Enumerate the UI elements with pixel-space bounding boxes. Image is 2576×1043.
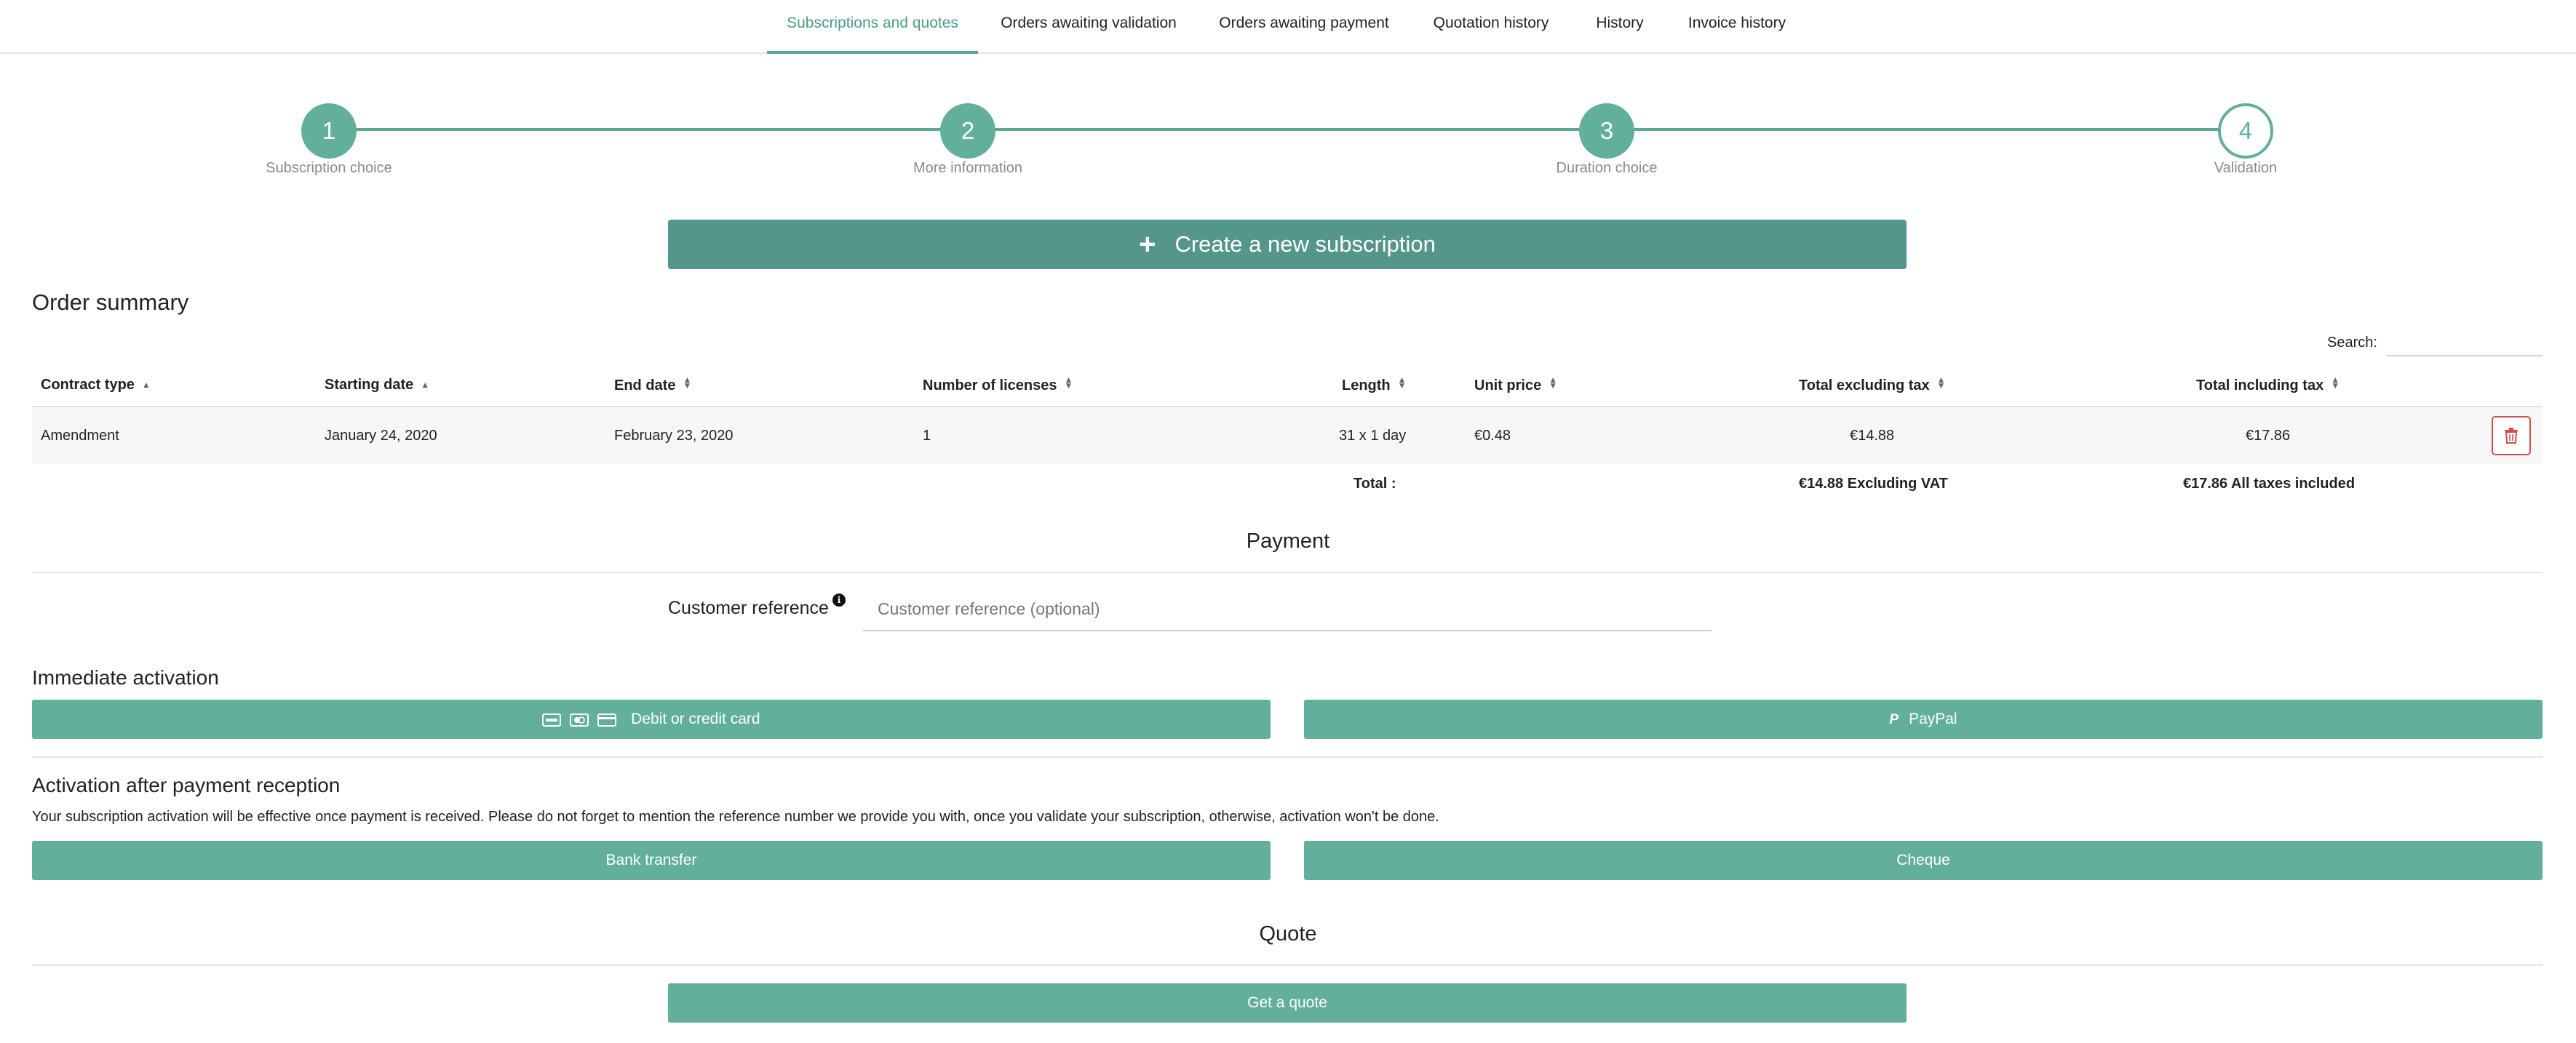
cell-number-of-licenses: 1 [923,428,931,444]
stepper-line [329,128,2246,131]
activation-divider [32,756,2543,758]
card-mastercard-icon [570,713,589,727]
delete-row-button[interactable] [2492,416,2531,455]
trash-icon [2505,428,2518,444]
search-label: Search: [2327,335,2377,351]
total-label: Total : [1353,476,1396,492]
card-icons [542,700,621,739]
sort-both-icon: ▲ ▼ [683,375,692,391]
step-3-label: Duration choice [1556,160,1658,176]
column-header-total-including-tax[interactable]: Total including tax ▲ ▼ [2196,375,2340,394]
step-4-circle: 4 [2218,103,2273,159]
create-subscription-button[interactable]: + Create a new subscription [668,220,1907,269]
order-summary-title: Order summary [32,289,189,315]
column-header-total-excluding-tax[interactable]: Total excluding tax ▲ ▼ [1799,375,1946,394]
total-including-taxes: €17.86 All taxes included [2183,476,2356,492]
column-header-length[interactable]: Length ▲ ▼ [1342,375,1407,394]
card-visa-icon [542,713,562,727]
quote-divider [32,964,2543,966]
top-tabs: Subscriptions and quotes Orders awaiting… [0,0,2576,54]
column-header-number-of-licenses[interactable]: Number of licenses ▲ ▼ [923,375,1073,394]
sort-asc-icon: ▲ [421,380,430,390]
create-subscription-label: Create a new subscription [1174,231,1436,257]
plus-icon: + [1139,228,1156,260]
sort-both-icon: ▲ ▼ [1064,375,1073,391]
tab-history[interactable]: History [1586,0,1653,54]
tab-orders-awaiting-payment[interactable]: Orders awaiting payment [1211,0,1397,54]
sort-both-icon: ▲ ▼ [1397,375,1407,391]
step-3-circle: 3 [1579,103,1634,159]
tab-subscriptions-and-quotes[interactable]: Subscriptions and quotes [767,0,978,54]
cell-contract-type: Amendment [41,428,119,444]
sort-asc-icon: ▲ [141,380,151,390]
step-2-circle: 2 [940,103,995,159]
tab-quotation-history[interactable]: Quotation history [1423,0,1559,54]
get-a-quote-button[interactable]: Get a quote [668,983,1907,1023]
quote-title: Quote [1259,922,1317,946]
paypal-button[interactable]: P PayPal [1304,700,2543,739]
search-input[interactable] [2387,326,2543,356]
cheque-button[interactable]: Cheque [1304,841,2543,880]
column-header-contract-type[interactable]: Contract type ▲ [41,377,151,393]
sort-both-icon: ▲ ▼ [1936,375,1946,391]
deferred-activation-title: Activation after payment reception [32,774,341,796]
tab-orders-awaiting-validation[interactable]: Orders awaiting validation [993,0,1185,54]
total-excluding-vat: €14.88 Excluding VAT [1799,476,1948,492]
cell-unit-price: €0.48 [1474,428,1511,444]
deferred-activation-note: Your subscription activation will be eff… [32,809,1439,825]
cell-total-including-tax: €17.86 [2246,428,2291,444]
step-2-label: More information [913,160,1023,176]
column-header-unit-price[interactable]: Unit price ▲ ▼ [1474,375,1558,394]
customer-reference-input[interactable] [863,588,1712,631]
cell-starting-date: January 24, 2020 [325,428,437,444]
debit-credit-card-button[interactable]: Debit or credit card [32,700,1271,739]
cell-length: 31 x 1 day [1339,428,1407,444]
step-1-circle: 1 [301,103,357,159]
cell-total-excluding-tax: €14.88 [1850,428,1895,444]
sort-both-icon: ▲ ▼ [1549,375,1558,391]
info-icon[interactable]: i [832,594,846,607]
step-1-label: Subscription choice [266,160,392,176]
paypal-label: PayPal [1909,711,1957,727]
step-4-label: Validation [2214,160,2278,176]
column-header-end-date[interactable]: End date ▲ ▼ [614,375,692,394]
cell-end-date: February 23, 2020 [614,428,734,444]
customer-reference-label: Customer reference [668,598,829,618]
payment-title: Payment [1246,530,1330,553]
credit-card-icon [597,713,617,727]
debit-credit-card-label: Debit or credit card [631,711,760,727]
bank-transfer-button[interactable]: Bank transfer [32,841,1271,880]
sort-both-icon: ▲ ▼ [2331,375,2340,391]
column-header-starting-date[interactable]: Starting date ▲ [325,377,429,393]
immediate-activation-title: Immediate activation [32,666,219,689]
paypal-icon: P [1889,712,1899,727]
tab-invoice-history[interactable]: Invoice history [1681,0,1793,54]
progress-stepper: 1 Subscription choice 2 More information… [0,99,2576,186]
payment-divider [32,572,2543,573]
